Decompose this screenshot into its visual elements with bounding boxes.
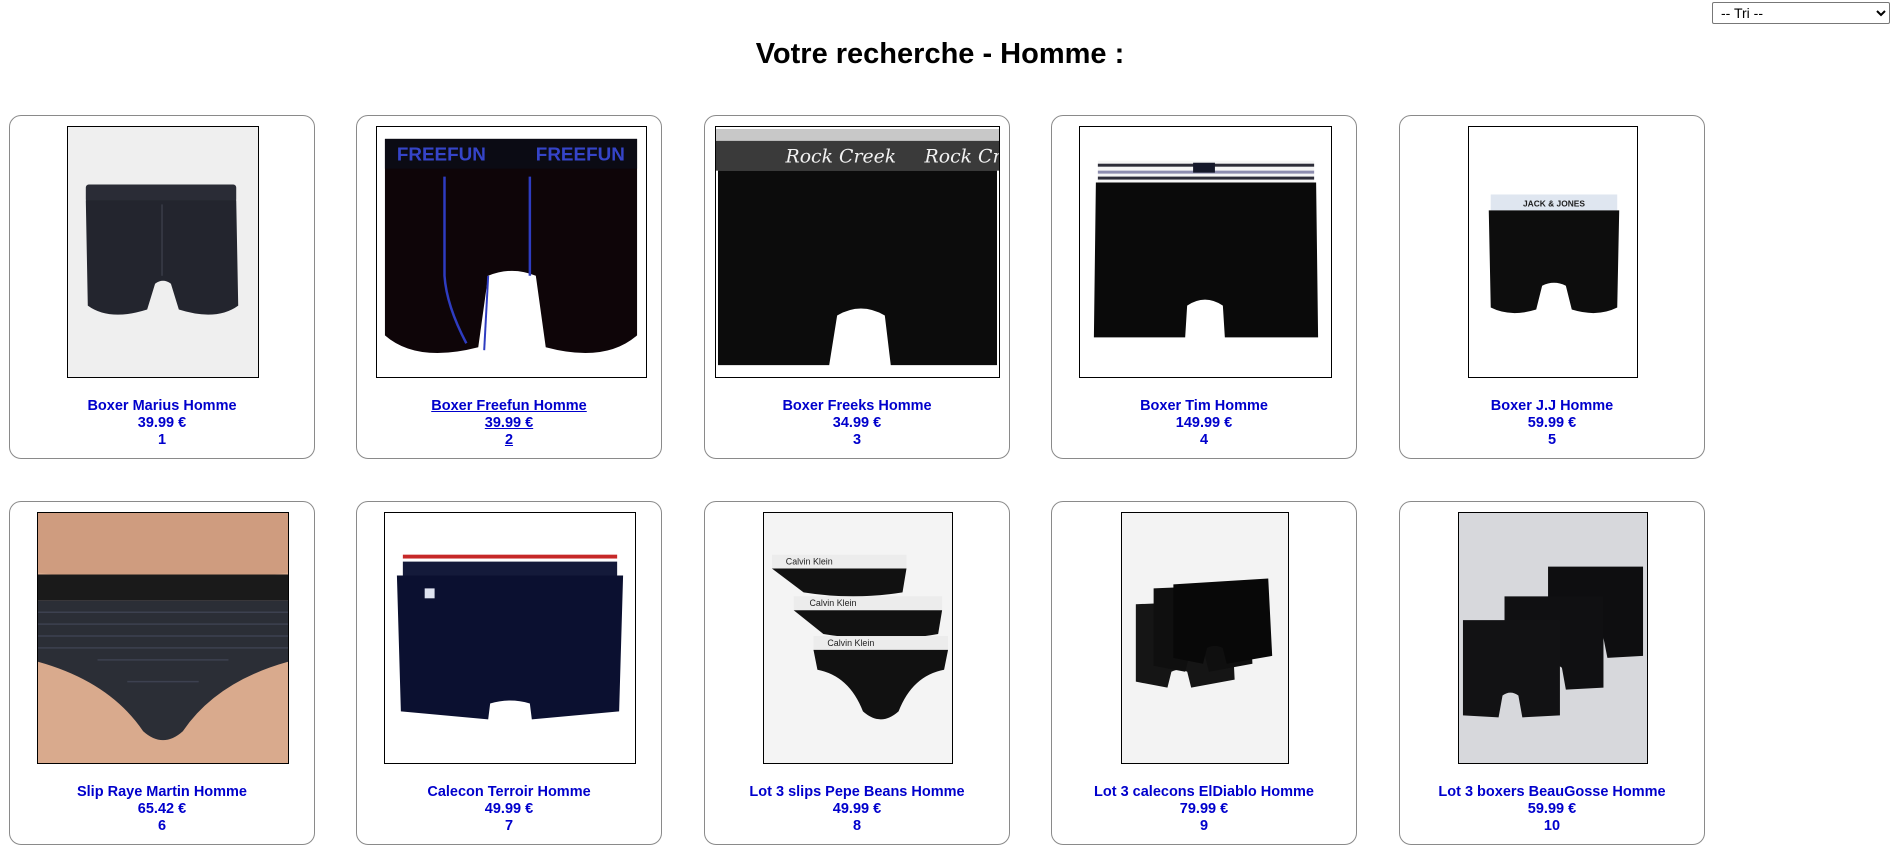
product-price[interactable]: 34.99 €	[705, 415, 1009, 432]
product-id[interactable]: 3	[705, 432, 1009, 449]
product-name[interactable]: Boxer Tim Homme	[1052, 398, 1356, 415]
product-image[interactable]	[1121, 512, 1289, 764]
product-name[interactable]: Boxer Freefun Homme	[357, 398, 661, 415]
product-card[interactable]: Lot 3 boxers BeauGosse Homme 59.99 € 10	[1399, 501, 1705, 845]
product-name[interactable]: Lot 3 calecons ElDiablo Homme	[1052, 784, 1356, 801]
product-info[interactable]: Calecon Terroir Homme 49.99 € 7	[357, 784, 661, 835]
product-info[interactable]: Boxer Tim Homme 149.99 € 4	[1052, 398, 1356, 449]
sort-select[interactable]: -- Tri --	[1712, 2, 1890, 24]
product-info[interactable]: Lot 3 slips Pepe Beans Homme 49.99 € 8	[705, 784, 1009, 835]
product-price[interactable]: 79.99 €	[1052, 801, 1356, 818]
product-price[interactable]: 149.99 €	[1052, 415, 1356, 432]
product-info[interactable]: Boxer Marius Homme 39.99 € 1	[10, 398, 314, 449]
product-name[interactable]: Boxer Freeks Homme	[705, 398, 1009, 415]
product-id[interactable]: 1	[10, 432, 314, 449]
product-price[interactable]: 59.99 €	[1400, 801, 1704, 818]
product-info[interactable]: Slip Raye Martin Homme 65.42 € 6	[10, 784, 314, 835]
product-price[interactable]: 49.99 €	[357, 801, 661, 818]
product-id[interactable]: 9	[1052, 818, 1356, 835]
product-image[interactable]: JACK & JONES	[1468, 126, 1638, 378]
product-id[interactable]: 10	[1400, 818, 1704, 835]
product-image[interactable]	[384, 512, 636, 764]
product-image[interactable]	[37, 512, 289, 764]
product-id[interactable]: 7	[357, 818, 661, 835]
freefun-brand-text-2: FREEFUN	[536, 144, 625, 165]
product-id[interactable]: 6	[10, 818, 314, 835]
product-card[interactable]: Boxer Marius Homme 39.99 € 1	[9, 115, 315, 459]
product-card[interactable]: Lot 3 calecons ElDiablo Homme 79.99 € 9	[1051, 501, 1357, 845]
product-id[interactable]: 8	[705, 818, 1009, 835]
product-card[interactable]: Calvin Klein Calvin Klein Calvin Klein L…	[704, 501, 1010, 845]
product-price[interactable]: 65.42 €	[10, 801, 314, 818]
product-card[interactable]: Slip Raye Martin Homme 65.42 € 6	[9, 501, 315, 845]
product-name[interactable]: Slip Raye Martin Homme	[10, 784, 314, 801]
product-info[interactable]: Boxer Freefun Homme 39.99 € 2	[357, 398, 661, 449]
product-info[interactable]: Lot 3 boxers BeauGosse Homme 59.99 € 10	[1400, 784, 1704, 835]
product-id[interactable]: 4	[1052, 432, 1356, 449]
jj-brand-text: JACK & JONES	[1523, 198, 1585, 208]
product-price[interactable]: 49.99 €	[705, 801, 1009, 818]
product-image[interactable]: Calvin Klein Calvin Klein Calvin Klein	[763, 512, 953, 764]
product-price[interactable]: 39.99 €	[357, 415, 661, 432]
product-card[interactable]: Boxer Tim Homme 149.99 € 4	[1051, 115, 1357, 459]
product-id[interactable]: 2	[357, 432, 661, 449]
product-info[interactable]: Lot 3 calecons ElDiablo Homme 79.99 € 9	[1052, 784, 1356, 835]
product-image[interactable]: FREEFUN FREEFUN	[376, 126, 647, 378]
product-image[interactable]: Rock Creek Rock Creek	[715, 126, 1000, 378]
ck-brand-text-3: Calvin Klein	[827, 638, 874, 648]
product-price[interactable]: 39.99 €	[10, 415, 314, 432]
ck-brand-text: Calvin Klein	[786, 557, 833, 567]
product-info[interactable]: Boxer Freeks Homme 34.99 € 3	[705, 398, 1009, 449]
page-title: Votre recherche - Homme :	[755, 38, 1125, 70]
product-card[interactable]: JACK & JONES Boxer J.J Homme 59.99 € 5	[1399, 115, 1705, 459]
product-id[interactable]: 5	[1400, 432, 1704, 449]
product-name[interactable]: Lot 3 boxers BeauGosse Homme	[1400, 784, 1704, 801]
product-name[interactable]: Boxer J.J Homme	[1400, 398, 1704, 415]
product-image[interactable]	[67, 126, 259, 378]
product-name[interactable]: Lot 3 slips Pepe Beans Homme	[705, 784, 1009, 801]
product-info[interactable]: Boxer J.J Homme 59.99 € 5	[1400, 398, 1704, 449]
product-name[interactable]: Calecon Terroir Homme	[357, 784, 661, 801]
freefun-brand-text: FREEFUN	[397, 144, 486, 165]
product-price[interactable]: 59.99 €	[1400, 415, 1704, 432]
product-name[interactable]: Boxer Marius Homme	[10, 398, 314, 415]
rockcreek-brand-text-2: Rock Creek	[924, 147, 999, 168]
ck-brand-text-2: Calvin Klein	[810, 598, 857, 608]
product-card[interactable]: FREEFUN FREEFUN Boxer Freefun Homme 39.9…	[356, 115, 662, 459]
rockcreek-brand-text: Rock Creek	[785, 147, 897, 168]
product-card[interactable]: Calecon Terroir Homme 49.99 € 7	[356, 501, 662, 845]
product-image[interactable]	[1079, 126, 1332, 378]
product-image[interactable]	[1458, 512, 1648, 764]
product-card[interactable]: Rock Creek Rock Creek Boxer Freeks Homme…	[704, 115, 1010, 459]
